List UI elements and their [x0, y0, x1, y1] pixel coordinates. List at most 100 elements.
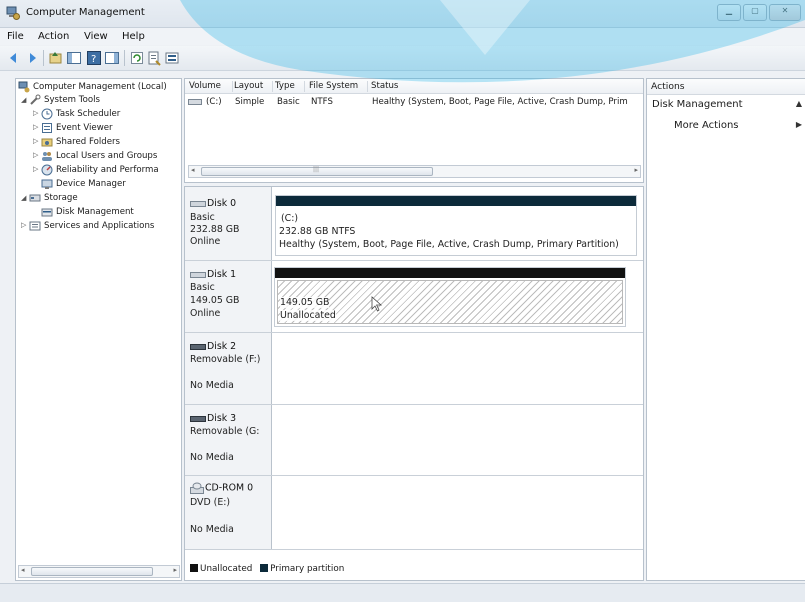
disk-state: No Media: [190, 524, 234, 535]
unallocated-swatch: [190, 564, 198, 572]
volume-horizontal-scrollbar[interactable]: ◂ ||| ▸: [188, 165, 641, 178]
actions-section-disk-management[interactable]: Disk Management ▲: [647, 97, 805, 113]
help-icon[interactable]: ?: [86, 50, 102, 66]
expand-arrow-icon[interactable]: ▷: [33, 109, 38, 117]
column-status[interactable]: Status: [371, 81, 639, 92]
menu-help[interactable]: Help: [122, 31, 145, 42]
device-manager-icon: [41, 179, 53, 189]
computer-management-icon: [18, 81, 30, 93]
storage-icon: [29, 194, 41, 202]
tree-item-label: Reliability and Performa: [56, 165, 159, 175]
disk-name: Disk 0: [207, 198, 237, 209]
expand-arrow-icon[interactable]: ▷: [33, 165, 38, 173]
disk-type: Removable (G:: [190, 426, 260, 437]
actions-section-label: Disk Management: [652, 99, 743, 110]
close-icon: ✕: [781, 6, 789, 15]
svg-text:?: ?: [91, 54, 96, 65]
minimize-button[interactable]: ▁: [717, 4, 741, 21]
menu-file[interactable]: File: [7, 31, 24, 42]
menu-view[interactable]: View: [84, 31, 108, 42]
scrollbar-thumb[interactable]: [31, 567, 153, 576]
disk-info[interactable]: Disk 2 Removable (F:) No Media: [185, 333, 272, 404]
disk-state: No Media: [190, 380, 234, 391]
partition-c[interactable]: (C:) 232.88 GB NTFS Healthy (System, Boo…: [275, 195, 637, 256]
column-file-system[interactable]: File System: [309, 81, 368, 92]
disk-row: Disk 1 Basic 149.05 GB Online 149.05 GB …: [185, 261, 643, 333]
shared-folder-icon: [41, 138, 53, 147]
collapse-arrow-icon[interactable]: ◢: [21, 96, 26, 104]
disk-state: No Media: [190, 452, 234, 463]
expand-arrow-icon[interactable]: ▷: [33, 137, 38, 145]
status-bar: [0, 583, 805, 602]
scroll-left-icon[interactable]: ◂: [191, 166, 195, 174]
volume-status: Healthy (System, Boot, Page File, Active…: [372, 97, 628, 107]
column-volume[interactable]: Volume: [189, 81, 233, 92]
properties-icon[interactable]: [146, 50, 162, 66]
close-button[interactable]: ✕: [769, 4, 801, 21]
scrollbar-grip-icon: |||: [313, 166, 320, 173]
disk-map: Disk 0 Basic 232.88 GB Online (C:) 232.8…: [184, 186, 644, 581]
forward-arrow-icon[interactable]: [24, 50, 40, 66]
disk-management-icon: [41, 208, 53, 217]
partition-size: 232.88 GB NTFS: [279, 226, 356, 237]
performance-icon: [41, 164, 53, 176]
expand-arrow-icon[interactable]: ▷: [33, 123, 38, 131]
navigation-tree: Computer Management (Local) ◢ System Too…: [15, 78, 182, 581]
tree-item-label: Services and Applications: [44, 221, 155, 231]
partition-status: Healthy (System, Boot, Page File, Active…: [279, 239, 619, 250]
more-actions-label: More Actions: [674, 120, 739, 131]
mouse-cursor-icon: [371, 296, 383, 312]
clock-icon: [41, 108, 53, 120]
show-hide-action-pane-icon[interactable]: [104, 50, 120, 66]
more-actions-item[interactable]: More Actions ▶: [647, 118, 805, 134]
scroll-right-icon[interactable]: ▸: [173, 566, 177, 574]
title-bar: Computer Management ▁ ▢ ✕: [0, 0, 805, 28]
expand-arrow-icon[interactable]: ▷: [21, 221, 26, 229]
window-title: Computer Management: [26, 7, 145, 18]
tree-item-label: Task Scheduler: [56, 109, 121, 119]
scroll-right-icon[interactable]: ▸: [634, 166, 638, 174]
legend-primary: Primary partition: [270, 564, 345, 574]
disk-type: DVD (E:): [190, 497, 231, 508]
disk-row: Disk 2 Removable (F:) No Media: [185, 333, 643, 405]
disk-name: Disk 1: [207, 269, 237, 280]
collapse-up-icon[interactable]: ▲: [796, 99, 802, 108]
hard-disk-icon: [190, 271, 206, 278]
disk-info[interactable]: CD-ROM 0 DVD (E:) No Media: [185, 476, 272, 549]
actions-pane: Actions Disk Management ▲ More Actions ▶: [646, 78, 805, 581]
tree-item-label: Storage: [44, 193, 78, 203]
menu-bar: File Action View Help: [0, 28, 805, 45]
toolbar: ?: [0, 46, 805, 71]
disk-info[interactable]: Disk 1 Basic 149.05 GB Online: [185, 261, 272, 332]
partition-title: (C:): [281, 213, 299, 224]
tree-item-label: Computer Management (Local): [33, 82, 167, 92]
column-layout[interactable]: Layout: [234, 81, 273, 92]
menu-action[interactable]: Action: [38, 31, 69, 42]
users-icon: [42, 152, 52, 161]
volume-list: Volume Layout Type File System Status (C…: [184, 78, 644, 183]
volume-list-header: Volume Layout Type File System Status: [185, 79, 643, 94]
refresh-icon[interactable]: [129, 50, 145, 66]
disk-info[interactable]: Disk 0 Basic 232.88 GB Online: [185, 187, 272, 260]
partition-size: 149.05 GB: [280, 297, 330, 308]
cd-rom-icon: [190, 482, 204, 494]
disk-info[interactable]: Disk 3 Removable (G: No Media: [185, 405, 272, 475]
tree-item-label: Event Viewer: [56, 123, 113, 133]
unallocated-space[interactable]: 149.05 GB Unallocated: [274, 267, 626, 327]
disk-view-icon[interactable]: [164, 50, 180, 66]
disk-type: Removable (F:): [190, 354, 261, 365]
tree-item-label: Disk Management: [56, 207, 134, 217]
column-type[interactable]: Type: [275, 81, 305, 92]
tools-icon: [30, 94, 41, 105]
up-level-icon[interactable]: [48, 50, 64, 66]
scroll-left-icon[interactable]: ◂: [21, 566, 25, 574]
maximize-button[interactable]: ▢: [743, 4, 767, 21]
back-arrow-icon[interactable]: [6, 50, 22, 66]
hard-disk-icon: [190, 200, 206, 207]
show-hide-tree-icon[interactable]: [66, 50, 82, 66]
unallocated-stripe: [275, 268, 625, 278]
tree-horizontal-scrollbar[interactable]: ◂ ▸: [18, 565, 180, 578]
collapse-arrow-icon[interactable]: ◢: [21, 194, 26, 202]
tree-item-label: Local Users and Groups: [56, 151, 158, 161]
expand-arrow-icon[interactable]: ▷: [33, 151, 38, 159]
